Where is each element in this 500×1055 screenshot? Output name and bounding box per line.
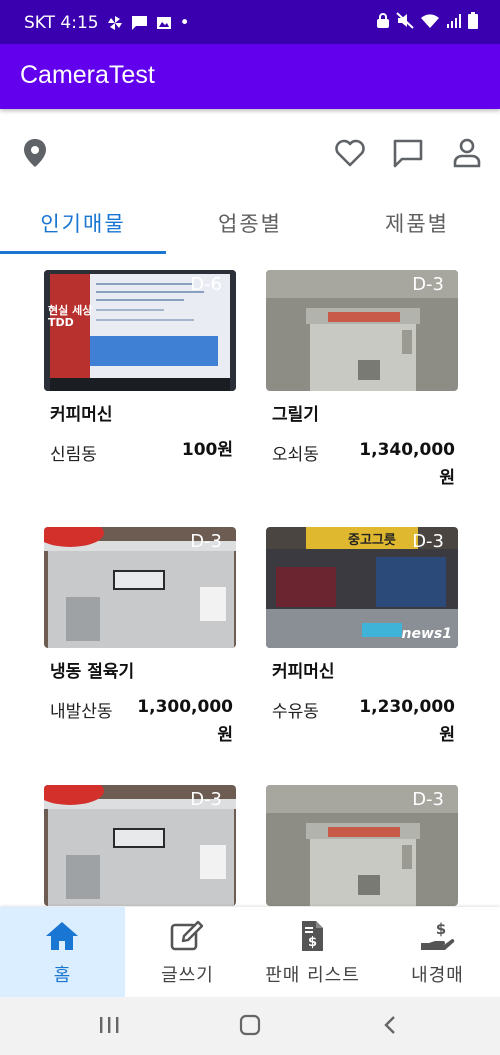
product-image: D-3 xyxy=(266,270,458,391)
location-pin-icon[interactable] xyxy=(18,136,52,170)
product-price: 1,230,000원 xyxy=(359,697,455,745)
product-card[interactable]: 중고그릇 news1 D-3 커피머신 수유동 1,230,000원 xyxy=(266,527,461,745)
svg-text:$: $ xyxy=(436,920,446,938)
product-card[interactable]: D-3 xyxy=(266,785,461,906)
product-location: 신림동 xyxy=(50,445,97,465)
battery-icon xyxy=(468,12,478,29)
product-price: 1,300,000원 xyxy=(137,697,233,745)
mute-icon xyxy=(396,12,414,29)
product-price: 100원 xyxy=(181,440,233,460)
nav-sales-list-label: 판매 리스트 xyxy=(265,965,360,986)
app-title: CameraTest xyxy=(20,61,155,89)
nav-sales-list[interactable]: $ 판매 리스트 xyxy=(250,907,375,997)
product-location: 내발산동 xyxy=(50,702,113,722)
recent-apps-icon[interactable] xyxy=(98,1015,120,1035)
product-title: 커피머신 xyxy=(272,662,335,682)
home-icon xyxy=(46,922,78,950)
product-location: 수유동 xyxy=(272,702,319,722)
tab-by-industry[interactable]: 업종별 xyxy=(167,196,333,256)
gallery-icon xyxy=(156,17,171,29)
product-card[interactable]: D-3 그릴기 오쇠동 1,340,000원 xyxy=(266,270,461,488)
nav-my-auction-label: 내경매 xyxy=(411,965,464,986)
back-icon[interactable] xyxy=(380,1014,400,1036)
dday-badge: D-3 xyxy=(412,531,444,552)
message-icon[interactable] xyxy=(391,136,425,170)
bottom-navigation: 홈 글쓰기 $ 판매 리스트 $ 내경매 xyxy=(0,907,500,997)
home-button-icon[interactable] xyxy=(238,1014,262,1036)
status-bar: SKT 4:15 • xyxy=(0,0,500,44)
nav-home-label: 홈 xyxy=(53,965,72,986)
notification-dot: • xyxy=(179,13,190,33)
monitor-text-line2: TDD xyxy=(48,316,74,329)
product-card[interactable]: 현실 세상 TDD D-6 커피머신 신림동 100원 xyxy=(44,270,239,465)
svg-text:$: $ xyxy=(308,935,317,950)
product-image: 현실 세상 TDD D-6 xyxy=(44,270,236,391)
product-image: D-3 xyxy=(44,785,236,906)
product-title: 커피머신 xyxy=(50,405,113,425)
product-location: 오쇠동 xyxy=(272,445,319,465)
app-bar: CameraTest xyxy=(0,44,500,109)
news-logo: news1 xyxy=(401,626,452,642)
product-card[interactable]: D-3 xyxy=(44,785,239,906)
nav-my-auction[interactable]: $ 내경매 xyxy=(375,907,500,997)
tab-by-product[interactable]: 제품별 xyxy=(334,196,500,256)
product-image: 중고그릇 news1 D-3 xyxy=(266,527,458,648)
nav-home[interactable]: 홈 xyxy=(0,907,125,997)
lock-icon xyxy=(377,13,389,28)
dday-badge: D-3 xyxy=(190,789,222,810)
nav-write[interactable]: 글쓰기 xyxy=(125,907,250,997)
chat-icon xyxy=(131,16,147,30)
edit-icon xyxy=(170,920,204,951)
heart-icon[interactable] xyxy=(333,136,367,170)
product-title: 냉동 절육기 xyxy=(50,662,135,682)
pinwheel-icon xyxy=(107,16,122,30)
nav-write-label: 글쓰기 xyxy=(161,965,214,986)
product-card[interactable]: D-3 냉동 절육기 내발산동 1,300,000원 xyxy=(44,527,239,745)
category-tabs: 인기매물 업종별 제품별 xyxy=(0,196,500,256)
product-price: 1,340,000원 xyxy=(359,440,455,488)
dday-badge: D-3 xyxy=(190,531,222,552)
product-title: 그릴기 xyxy=(272,405,319,425)
dday-badge: D-3 xyxy=(412,789,444,810)
invoice-icon: $ xyxy=(302,921,323,951)
dday-badge: D-3 xyxy=(412,274,444,295)
product-grid: 현실 세상 TDD D-6 커피머신 신림동 100원 D-3 그릴기 오쇠동 … xyxy=(0,256,500,906)
product-image: D-3 xyxy=(44,527,236,648)
market-sign-text: 중고그릇 xyxy=(348,533,396,548)
dday-badge: D-6 xyxy=(190,274,222,295)
product-image: D-3 xyxy=(266,785,458,906)
tab-popular[interactable]: 인기매물 xyxy=(0,196,166,256)
carrier-time: SKT 4:15 xyxy=(24,13,99,33)
hand-dollar-icon: $ xyxy=(421,920,455,950)
wifi-icon xyxy=(421,13,439,28)
tab-indicator xyxy=(0,251,166,254)
system-navigation-bar xyxy=(0,997,500,1055)
profile-icon[interactable] xyxy=(450,136,484,170)
signal-icon xyxy=(447,13,461,28)
top-toolbar xyxy=(0,110,500,196)
